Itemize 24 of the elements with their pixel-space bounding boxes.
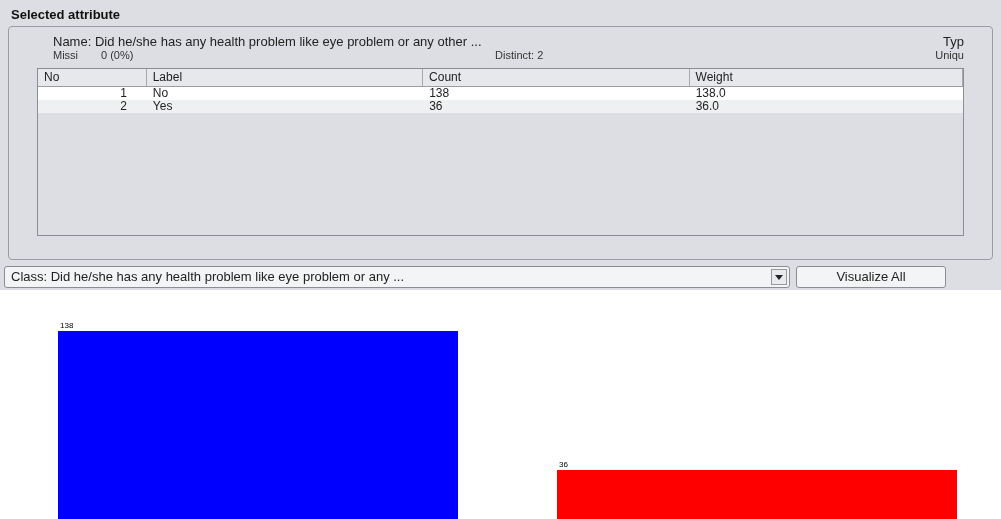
missing-label: Missi [53, 49, 80, 62]
table-cell-text: No [151, 87, 170, 100]
table-cell-text: 1 [119, 87, 128, 100]
visualize-all-button[interactable]: Visualize All [796, 266, 946, 288]
distinct-value: Distinct: 2 [495, 49, 544, 62]
missing-value: 0 (0%) [101, 49, 135, 62]
bar-value-label: 138 [60, 321, 74, 330]
unique-label: Uniqu [935, 49, 964, 62]
table-cell-text: 36.0 [694, 100, 720, 113]
column-header[interactable]: Label [146, 69, 424, 86]
bar-value-label: 36 [559, 459, 568, 469]
table-cell-text: 2 [119, 100, 128, 113]
table-cell-text: 138 [428, 87, 451, 100]
panel-title: Selected attribute [11, 7, 122, 23]
column-header[interactable]: Weight [689, 69, 963, 86]
class-value: Class: Did he/she has any health problem like eye problem or any ... [11, 268, 405, 287]
type-label: Typ [943, 34, 964, 49]
table-cell-text: 36 [428, 100, 444, 113]
column-header[interactable]: No [38, 69, 147, 86]
class-dropdown[interactable]: Class: Did he/she has any health problem like eye problem or any ... [4, 266, 790, 288]
attribute-name: Name: Did he/she has any health problem like eye problem or any other ... [53, 34, 482, 49]
table-cell-text: 138.0 [694, 87, 727, 100]
column-header[interactable]: Count [423, 69, 690, 86]
table-cell-text: Yes [151, 100, 174, 113]
